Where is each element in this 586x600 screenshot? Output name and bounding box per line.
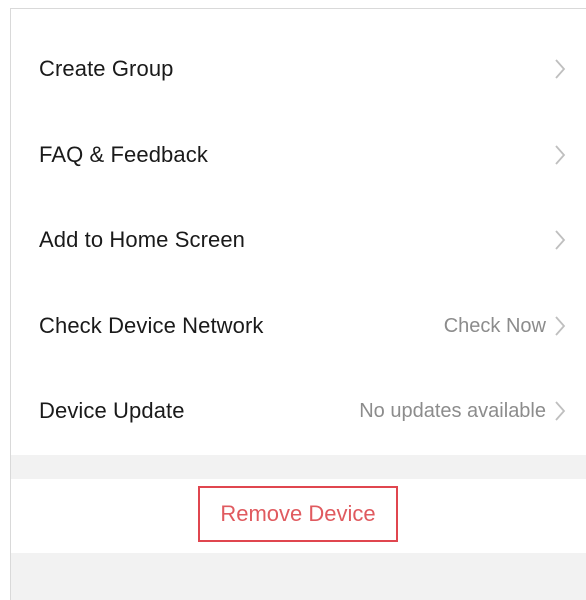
settings-item-create-group[interactable]: Create Group [11,26,586,112]
settings-item-value: Check Now [443,314,546,337]
settings-item-trailing [546,56,568,82]
chevron-right-icon [555,59,566,79]
settings-item-check-device-network[interactable]: Check Device Network Check Now [11,283,586,369]
settings-item-value: No updates available [359,399,546,422]
remove-device-button[interactable]: Remove Device [198,486,398,542]
section-divider [11,455,586,479]
settings-item-trailing: No updates available [359,398,568,424]
remove-device-section: Remove Device [11,479,586,553]
settings-item-label: FAQ & Feedback [39,142,208,167]
chevron-right-icon [555,230,566,250]
settings-item-trailing: Check Now [444,313,568,339]
settings-item-add-to-home-screen[interactable]: Add to Home Screen [11,197,586,283]
settings-item-trailing [546,142,568,168]
chevron-right-icon [555,145,566,165]
chevron-right-icon [555,401,566,421]
chevron-right-icon [555,316,566,336]
device-settings-panel: Create Group FAQ & Feedback Add to Home … [10,8,586,600]
settings-item-label: Create Group [39,56,174,81]
settings-item-faq-feedback[interactable]: FAQ & Feedback [11,112,586,198]
settings-item-device-update[interactable]: Device Update No updates available [11,368,586,454]
bottom-spacer [11,553,586,600]
settings-item-label: Device Update [39,398,185,423]
settings-item-trailing [546,227,568,253]
settings-item-label: Add to Home Screen [39,227,246,252]
settings-item-label: Check Device Network [39,313,264,338]
